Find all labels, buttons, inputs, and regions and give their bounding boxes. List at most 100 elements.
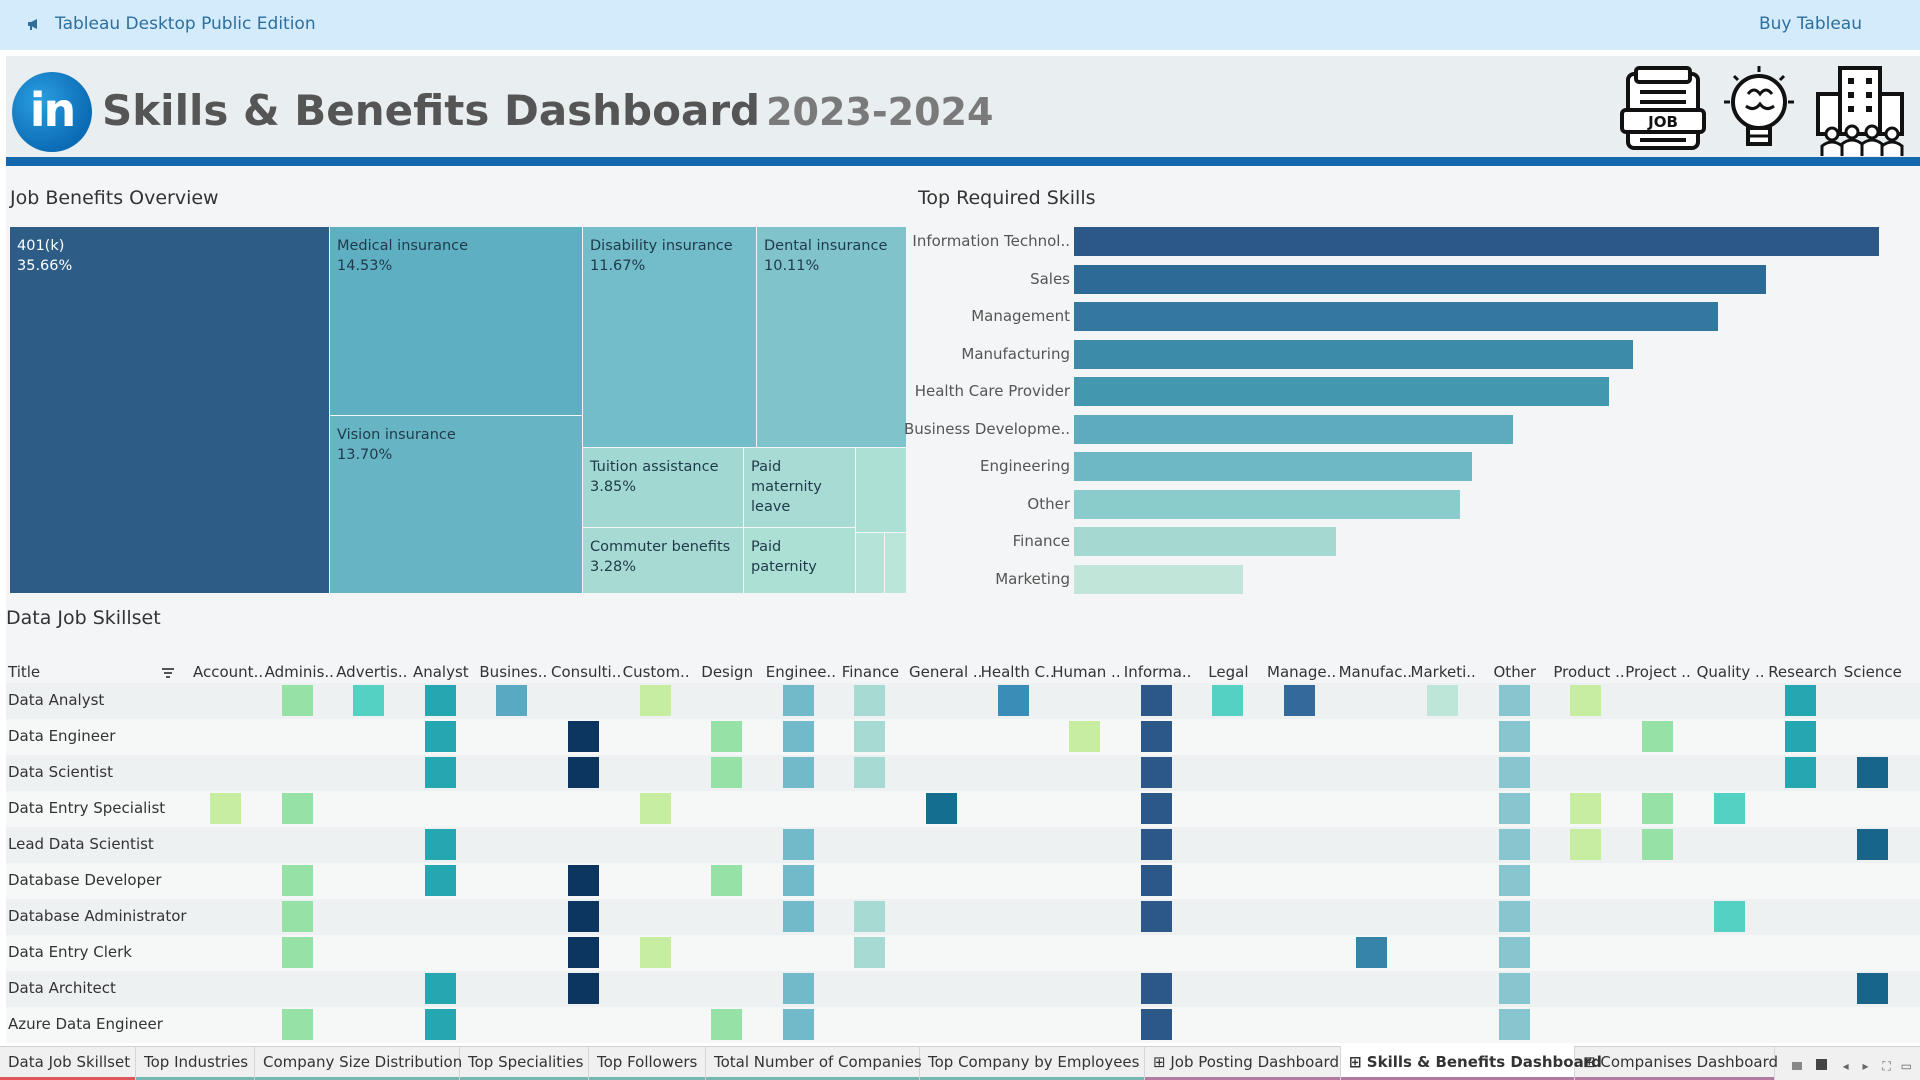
heatmap-cell[interactable] xyxy=(1498,793,1530,824)
heatmap-cell[interactable] xyxy=(1140,793,1172,824)
sheet-tab[interactable]: ⊞ Companises Dashboard xyxy=(1575,1046,1778,1080)
bar[interactable] xyxy=(1074,227,1879,256)
heatmap-cell[interactable] xyxy=(424,721,456,752)
heatmap-cell[interactable] xyxy=(1355,937,1387,968)
treemap-tile-paid-paternity[interactable]: Paid paternity xyxy=(744,528,856,594)
column-header[interactable]: Busines.. xyxy=(479,663,547,681)
heatmap-cell[interactable] xyxy=(1498,865,1530,896)
heatmap-cell[interactable] xyxy=(281,865,313,896)
heatmap-cell[interactable] xyxy=(782,1009,814,1040)
row-title[interactable]: Database Administrator xyxy=(8,907,187,925)
heatmap-cell[interactable] xyxy=(782,901,814,932)
scroll-right-icon[interactable]: ▸ xyxy=(1863,1059,1869,1073)
heatmap-cell[interactable] xyxy=(424,865,456,896)
heatmap-cell[interactable] xyxy=(711,721,743,752)
heatmap-cell[interactable] xyxy=(281,937,313,968)
treemap-tile-commuter-benefits[interactable]: Commuter benefits 3.28% xyxy=(583,528,744,594)
fullscreen-icon[interactable]: ⛶ xyxy=(1882,1059,1890,1073)
heatmap-cell[interactable] xyxy=(424,829,456,860)
heatmap-cell[interactable] xyxy=(1570,829,1602,860)
column-header[interactable]: Quality .. xyxy=(1697,663,1765,681)
heatmap-cell[interactable] xyxy=(1570,793,1602,824)
heatmap-cell[interactable] xyxy=(1642,793,1673,824)
column-header[interactable]: Design xyxy=(694,663,760,681)
heatmap-cell[interactable] xyxy=(854,685,886,716)
column-header[interactable]: Research xyxy=(1768,663,1837,681)
bar[interactable] xyxy=(1074,564,1244,594)
heatmap-cell[interactable] xyxy=(1140,1009,1172,1040)
heatmap-cell[interactable] xyxy=(1785,721,1817,752)
heatmap-cell[interactable] xyxy=(1570,685,1602,716)
heatmap-cell[interactable] xyxy=(1498,757,1530,788)
column-header[interactable]: Analyst xyxy=(408,663,474,681)
column-header[interactable]: Enginee.. xyxy=(766,663,836,681)
heatmap-cell[interactable] xyxy=(1140,829,1172,860)
heatmap-cell[interactable] xyxy=(1713,793,1745,824)
heatmap-cell[interactable] xyxy=(711,865,743,896)
heatmap-cell[interactable] xyxy=(281,685,313,716)
heatmap-cell[interactable] xyxy=(1856,757,1888,788)
show-filmstrip-icon[interactable] xyxy=(1815,1059,1827,1070)
heatmap-cell[interactable] xyxy=(496,685,528,716)
heatmap-cell[interactable] xyxy=(997,685,1029,716)
heatmap-cell[interactable] xyxy=(353,685,385,716)
column-header[interactable]: Adminis.. xyxy=(265,663,334,681)
heatmap-cell[interactable] xyxy=(568,937,599,968)
heatmap-cell[interactable] xyxy=(711,1009,743,1040)
bar[interactable] xyxy=(1074,489,1461,519)
column-header[interactable]: Human .. xyxy=(1052,663,1120,681)
row-title[interactable]: Data Engineer xyxy=(8,727,115,745)
column-header[interactable]: General .. xyxy=(909,663,982,681)
heatmap-cell[interactable] xyxy=(1785,685,1817,716)
heatmap-cell[interactable] xyxy=(1140,757,1172,788)
sheet-tab[interactable]: Top Followers xyxy=(589,1046,706,1080)
sheet-tab[interactable]: ⊞ Skills & Benefits Dashboard xyxy=(1341,1046,1602,1080)
heatmap-cell[interactable] xyxy=(854,901,886,932)
heatmap-cell[interactable] xyxy=(1140,865,1172,896)
heatmap-cell[interactable] xyxy=(210,793,241,824)
heatmap-cell[interactable] xyxy=(1713,901,1745,932)
heatmap-cell[interactable] xyxy=(424,973,456,1004)
treemap-tile-vision-insurance[interactable]: Vision insurance 13.70% xyxy=(330,416,583,594)
heatmap-cell[interactable] xyxy=(1140,901,1172,932)
sheet-tab[interactable]: Top Specialities xyxy=(460,1046,589,1080)
heatmap-cell[interactable] xyxy=(782,865,814,896)
column-header[interactable]: Informa.. xyxy=(1124,663,1192,681)
treemap-tile-small-2[interactable] xyxy=(856,533,885,594)
heatmap-cell[interactable] xyxy=(1069,721,1101,752)
heatmap-cell[interactable] xyxy=(926,793,957,824)
heatmap-cell[interactable] xyxy=(1856,973,1888,1004)
heatmap-cell[interactable] xyxy=(1642,829,1673,860)
bar[interactable] xyxy=(1074,339,1634,369)
heatmap-cell[interactable] xyxy=(1785,757,1817,788)
heatmap-cell[interactable] xyxy=(568,973,599,1004)
heatmap-cell[interactable] xyxy=(424,685,456,716)
heatmap-cell[interactable] xyxy=(1140,973,1172,1004)
heatmap-cell[interactable] xyxy=(424,757,456,788)
column-header[interactable]: Manage.. xyxy=(1267,663,1336,681)
heatmap-cell[interactable] xyxy=(782,973,814,1004)
presentation-icon[interactable]: ▭ xyxy=(1901,1059,1912,1073)
treemap-tile-medical-insurance[interactable]: Medical insurance 14.53% xyxy=(330,227,583,416)
heatmap-cell[interactable] xyxy=(782,757,814,788)
sheet-tab[interactable]: Top Company by Employees xyxy=(920,1046,1145,1080)
heatmap-cell[interactable] xyxy=(639,793,671,824)
column-header[interactable]: Finance xyxy=(837,663,903,681)
heatmap-cell[interactable] xyxy=(1642,721,1673,752)
sheet-tab[interactable]: ⊞ Job Posting Dashboard xyxy=(1145,1046,1341,1080)
heatmap-cell[interactable] xyxy=(568,757,599,788)
treemap-tile-tuition-assistance[interactable]: Tuition assistance 3.85% xyxy=(583,448,744,528)
heatmap-cell[interactable] xyxy=(1498,937,1530,968)
sheet-tab[interactable]: Total Number of Companies xyxy=(706,1046,922,1080)
column-header[interactable]: Product .. xyxy=(1553,663,1624,681)
bar[interactable] xyxy=(1074,414,1513,444)
heatmap-cell[interactable] xyxy=(782,721,814,752)
row-title[interactable]: Data Architect xyxy=(8,979,116,997)
sheet-tab[interactable]: Data Job Skillset xyxy=(0,1046,136,1080)
heatmap-cell[interactable] xyxy=(568,901,599,932)
heatmap-cell[interactable] xyxy=(711,757,743,788)
heatmap-cell[interactable] xyxy=(1498,829,1530,860)
heatmap-cell[interactable] xyxy=(568,865,599,896)
row-title[interactable]: Lead Data Scientist xyxy=(8,835,154,853)
column-header[interactable]: Legal xyxy=(1195,663,1261,681)
